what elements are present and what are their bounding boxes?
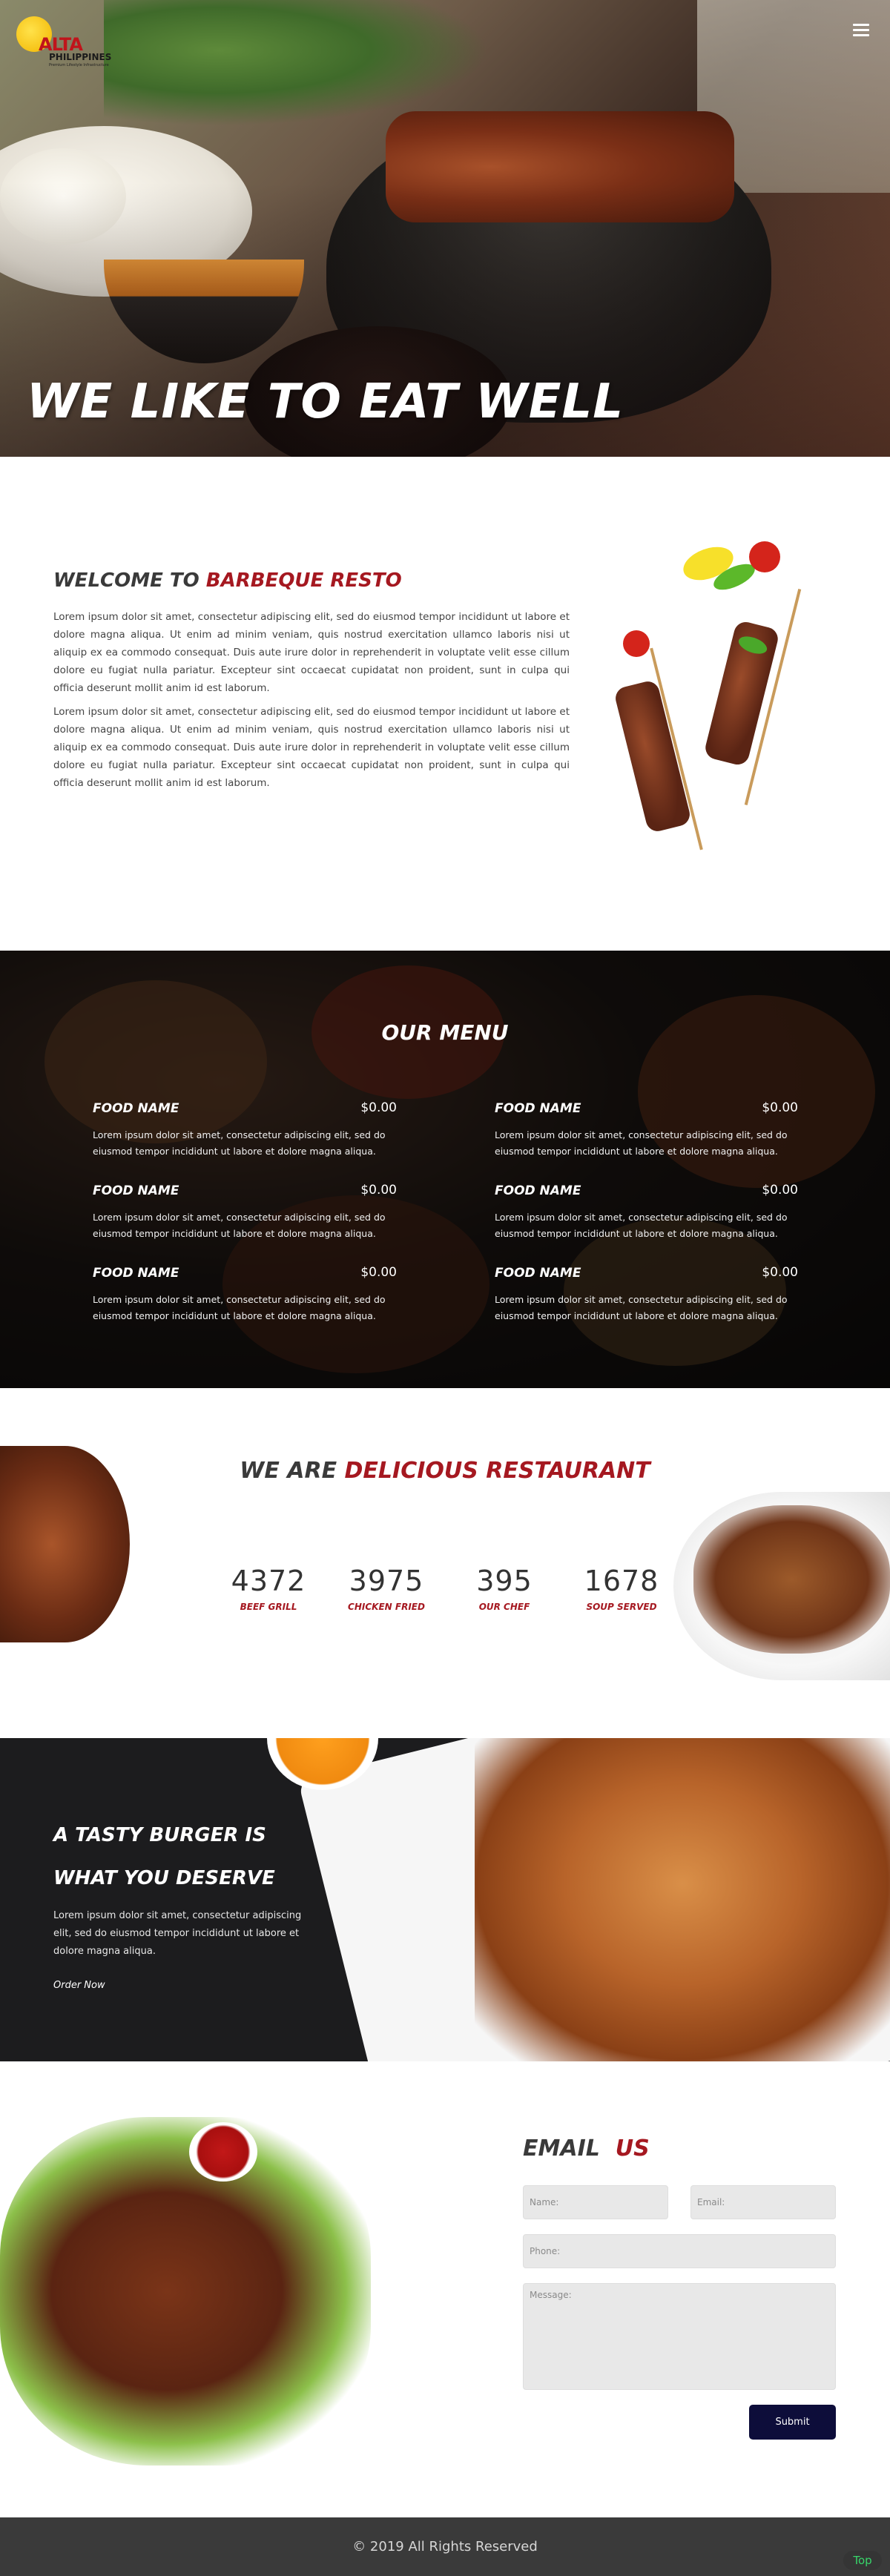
- promo-section: [0, 1738, 890, 2061]
- hamburger-icon[interactable]: [853, 24, 869, 37]
- promo-title: A TASTY BURGER IS WHAT YOU DESERVE: [53, 1824, 275, 1889]
- menu-item-name: FOOD NAME: [93, 1183, 179, 1198]
- stat-counter: 395 OUR CHEF: [452, 1565, 556, 1612]
- stat-value: 4372: [231, 1565, 306, 1597]
- logo-tag: Premium Lifestyle Infrastructure: [49, 63, 109, 67]
- menu-item-price: $0.00: [360, 1183, 397, 1198]
- delicious-heading-prefix: WE ARE: [240, 1458, 337, 1484]
- stat-label: CHICKEN FRIED: [348, 1602, 425, 1612]
- menu-item-name: FOOD NAME: [495, 1266, 581, 1281]
- menu-title: OUR MENU: [381, 1020, 509, 1045]
- menu-item-desc: Lorem ipsum dolor sit amet, consectetur …: [93, 1212, 386, 1239]
- menu-item-price: $0.00: [762, 1183, 798, 1198]
- delicious-heading-accent: DELICIOUS RESTAURANT: [344, 1458, 650, 1484]
- hero-title: WE LIKE TO EAT WELL: [27, 374, 624, 429]
- welcome-heading-prefix: WELCOME TO: [53, 569, 200, 592]
- menu-item-name: FOOD NAME: [495, 1183, 581, 1198]
- bbq-platter-image: [0, 2117, 371, 2466]
- submit-button[interactable]: Submit: [749, 2405, 836, 2440]
- menu-item-desc: Lorem ipsum dolor sit amet, consectetur …: [495, 1129, 788, 1157]
- menu-item-name: FOOD NAME: [495, 1101, 581, 1116]
- menu-item-price: $0.00: [360, 1265, 397, 1280]
- menu-item-price: $0.00: [360, 1100, 397, 1115]
- order-now-link[interactable]: Order Now: [53, 1980, 105, 1991]
- promo-text: Lorem ipsum dolor sit amet, consectetur …: [53, 1910, 302, 1957]
- delicious-heading: WE ARE DELICIOUS RESTAURANT: [0, 1458, 890, 1484]
- promo-chicken-skewers: [475, 1738, 890, 2061]
- welcome-heading: WELCOME TO BARBEQUE RESTO: [53, 569, 402, 592]
- stat-counter: 3975 CHICKEN FRIED: [334, 1565, 438, 1612]
- phone-field[interactable]: [523, 2234, 836, 2268]
- welcome-heading-accent: BARBEQUE RESTO: [205, 569, 402, 592]
- menu-item-desc: Lorem ipsum dolor sit amet, consectetur …: [93, 1294, 386, 1321]
- email-heading-accent: US: [615, 2136, 650, 2161]
- menu-item-desc: Lorem ipsum dolor sit amet, consectetur …: [93, 1129, 386, 1157]
- stat-counter: 1678 SOUP SERVED: [570, 1565, 673, 1612]
- menu-item-desc: Lorem ipsum dolor sit amet, consectetur …: [495, 1294, 788, 1321]
- menu-item-name: FOOD NAME: [93, 1101, 179, 1116]
- stat-value: 1678: [584, 1565, 659, 1597]
- email-heading-prefix: EMAIL: [523, 2136, 600, 2161]
- kebab-food: [693, 1505, 890, 1654]
- stat-label: SOUP SERVED: [586, 1602, 657, 1612]
- email-field[interactable]: [690, 2185, 836, 2219]
- logo-sub: PHILIPPINES: [49, 52, 112, 62]
- stat-counter: 4372 BEEF GRILL: [217, 1565, 320, 1612]
- message-field[interactable]: [523, 2283, 836, 2390]
- name-field[interactable]: [523, 2185, 668, 2219]
- menu-item-desc: Lorem ipsum dolor sit amet, consectetur …: [495, 1212, 788, 1239]
- welcome-paragraph: Lorem ipsum dolor sit amet, consectetur …: [53, 611, 570, 694]
- stat-value: 3975: [349, 1565, 424, 1597]
- menu-item-name: FOOD NAME: [93, 1266, 179, 1281]
- menu-item-price: $0.00: [762, 1265, 798, 1280]
- email-heading: EMAIL US: [523, 2136, 650, 2161]
- bbq-sauce-bowl: [189, 2122, 257, 2182]
- skewers-image: [586, 534, 838, 860]
- footer-copyright: © 2019 All Rights Reserved: [352, 2539, 538, 2554]
- back-to-top-button[interactable]: Top: [843, 2551, 882, 2570]
- stat-label: OUR CHEF: [478, 1602, 530, 1612]
- welcome-paragraph: Lorem ipsum dolor sit amet, consectetur …: [53, 706, 570, 789]
- menu-item-price: $0.00: [762, 1100, 798, 1115]
- stat-value: 395: [476, 1565, 533, 1597]
- brand-logo[interactable]: ALTA PHILIPPINES Premium Lifestyle Infra…: [16, 13, 128, 73]
- stat-label: BEEF GRILL: [240, 1602, 297, 1612]
